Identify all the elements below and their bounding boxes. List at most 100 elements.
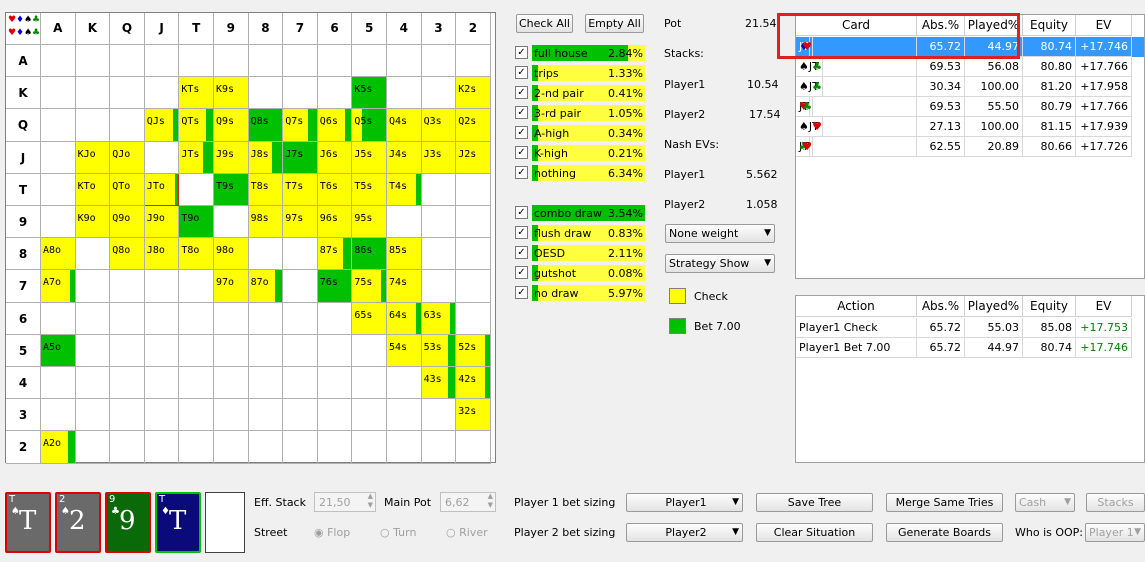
- row-header[interactable]: K: [6, 77, 41, 110]
- column-header[interactable]: Action: [796, 296, 917, 317]
- column-header[interactable]: 9: [214, 13, 249, 45]
- merge-same-tries-button[interactable]: Merge Same Tries: [886, 493, 1003, 512]
- row-header[interactable]: 9: [6, 206, 41, 239]
- grid-cell-empty[interactable]: [317, 77, 353, 110]
- column-header[interactable]: Equity: [1023, 296, 1076, 317]
- grid-cell[interactable]: QTo: [110, 173, 145, 206]
- filter-checkbox[interactable]: ✓: [515, 106, 528, 119]
- grid-cell[interactable]: T6s: [317, 173, 353, 206]
- grid-cell[interactable]: Q8s: [248, 109, 284, 142]
- grid-cell-empty[interactable]: [214, 431, 249, 464]
- grid-cell-empty[interactable]: [41, 109, 76, 142]
- grid-cell[interactable]: 76s: [317, 270, 353, 303]
- grid-cell[interactable]: 98s: [248, 206, 284, 239]
- grid-cell-empty[interactable]: [41, 77, 76, 110]
- column-header[interactable]: J: [144, 13, 180, 45]
- column-header[interactable]: 2: [456, 13, 491, 45]
- grid-cell-empty[interactable]: [75, 399, 111, 432]
- grid-cell[interactable]: 43s: [421, 367, 457, 400]
- grid-cell-empty[interactable]: [214, 334, 249, 367]
- column-header[interactable]: EV: [1076, 296, 1132, 317]
- grid-cell-empty[interactable]: [110, 367, 145, 400]
- grid-cell-empty[interactable]: [421, 431, 457, 464]
- column-header[interactable]: 8: [248, 13, 284, 45]
- grid-cell[interactable]: Q9o: [110, 206, 145, 239]
- grid-cell-empty[interactable]: [387, 77, 422, 110]
- grid-cell-empty[interactable]: [317, 45, 353, 78]
- grid-cell[interactable]: A5o: [41, 334, 76, 367]
- grid-cell[interactable]: KTo: [75, 173, 111, 206]
- grid-cell-empty[interactable]: [110, 399, 145, 432]
- grid-cell[interactable]: Q9s: [214, 109, 249, 142]
- table-row[interactable]: ♥ J ♣ T 69.53 55.50 80.79 +17.766: [796, 97, 1144, 117]
- grid-cell-empty[interactable]: [75, 302, 111, 335]
- grid-cell[interactable]: 32s: [456, 399, 491, 432]
- grid-cell-empty[interactable]: [283, 302, 318, 335]
- grid-cell-empty[interactable]: [248, 399, 284, 432]
- row-header[interactable]: A: [6, 45, 41, 78]
- grid-cell[interactable]: 97s: [283, 206, 318, 239]
- grid-cell[interactable]: KTs: [179, 77, 214, 110]
- generate-boards-button[interactable]: Generate Boards: [886, 523, 1003, 542]
- table-row[interactable]: ♣ J ♥ T 62.55 20.89 80.66 +17.726: [796, 137, 1144, 157]
- grid-cell-empty[interactable]: [179, 270, 214, 303]
- grid-cell-empty[interactable]: [75, 431, 111, 464]
- grid-cell-empty[interactable]: [214, 399, 249, 432]
- grid-cell[interactable]: Q4s: [387, 109, 422, 142]
- grid-cell[interactable]: Q3s: [421, 109, 457, 142]
- grid-cell-empty[interactable]: [352, 367, 387, 400]
- grid-cell[interactable]: 64s: [387, 302, 422, 335]
- grid-cell-empty[interactable]: [110, 270, 145, 303]
- row-header[interactable]: 8: [6, 238, 41, 271]
- grid-cell[interactable]: J3s: [421, 141, 457, 174]
- grid-cell-empty[interactable]: [456, 173, 491, 206]
- board-card[interactable]: T ♦ T: [155, 492, 201, 553]
- grid-cell-empty[interactable]: [352, 45, 387, 78]
- grid-cell-empty[interactable]: [421, 45, 457, 78]
- grid-cell-empty[interactable]: [421, 206, 457, 239]
- grid-cell-empty[interactable]: [317, 367, 353, 400]
- weight-select[interactable]: None weight ▼: [665, 224, 775, 243]
- row-header[interactable]: 6: [6, 302, 41, 335]
- grid-cell[interactable]: 87o: [248, 270, 284, 303]
- grid-cell[interactable]: A7o: [41, 270, 76, 303]
- grid-cell-empty[interactable]: [179, 173, 214, 206]
- grid-cell-empty[interactable]: [421, 238, 457, 271]
- grid-cell-empty[interactable]: [110, 302, 145, 335]
- grid-cell-empty[interactable]: [110, 334, 145, 367]
- filter-row[interactable]: ✓ 2-nd pair 0.41%: [515, 85, 645, 101]
- grid-cell[interactable]: T4s: [387, 173, 422, 206]
- save-tree-button[interactable]: Save Tree: [756, 493, 873, 512]
- grid-cell-empty[interactable]: [214, 367, 249, 400]
- grid-cell-empty[interactable]: [144, 302, 180, 335]
- clear-situation-button[interactable]: Clear Situation: [756, 523, 873, 542]
- grid-cell[interactable]: T7s: [283, 173, 318, 206]
- column-header[interactable]: 5: [352, 13, 387, 45]
- filter-checkbox[interactable]: ✓: [515, 86, 528, 99]
- grid-cell-empty[interactable]: [283, 431, 318, 464]
- filter-row[interactable]: ✓ nothing 6.34%: [515, 165, 645, 181]
- grid-cell-empty[interactable]: [179, 431, 214, 464]
- grid-cell[interactable]: J2s: [456, 141, 491, 174]
- grid-cell-empty[interactable]: [283, 270, 318, 303]
- grid-cell-empty[interactable]: [387, 399, 422, 432]
- grid-cell[interactable]: K9s: [214, 77, 249, 110]
- grid-cell[interactable]: J8s: [248, 141, 284, 174]
- filter-checkbox[interactable]: ✓: [515, 206, 528, 219]
- grid-cell[interactable]: J7s: [283, 141, 318, 174]
- empty-card-slot[interactable]: [205, 492, 245, 553]
- grid-cell-empty[interactable]: [421, 270, 457, 303]
- grid-cell[interactable]: 97o: [214, 270, 249, 303]
- grid-cell-empty[interactable]: [41, 367, 76, 400]
- grid-cell-empty[interactable]: [456, 270, 491, 303]
- column-header[interactable]: 4: [387, 13, 422, 45]
- grid-cell-empty[interactable]: [75, 77, 111, 110]
- grid-cell-empty[interactable]: [352, 399, 387, 432]
- game-type-select[interactable]: Cash ▼: [1015, 493, 1075, 512]
- grid-cell-empty[interactable]: [283, 367, 318, 400]
- grid-cell[interactable]: J4s: [387, 141, 422, 174]
- grid-cell-empty[interactable]: [110, 109, 145, 142]
- grid-cell-empty[interactable]: [248, 45, 284, 78]
- grid-cell-empty[interactable]: [75, 367, 111, 400]
- column-header[interactable]: T: [179, 13, 214, 45]
